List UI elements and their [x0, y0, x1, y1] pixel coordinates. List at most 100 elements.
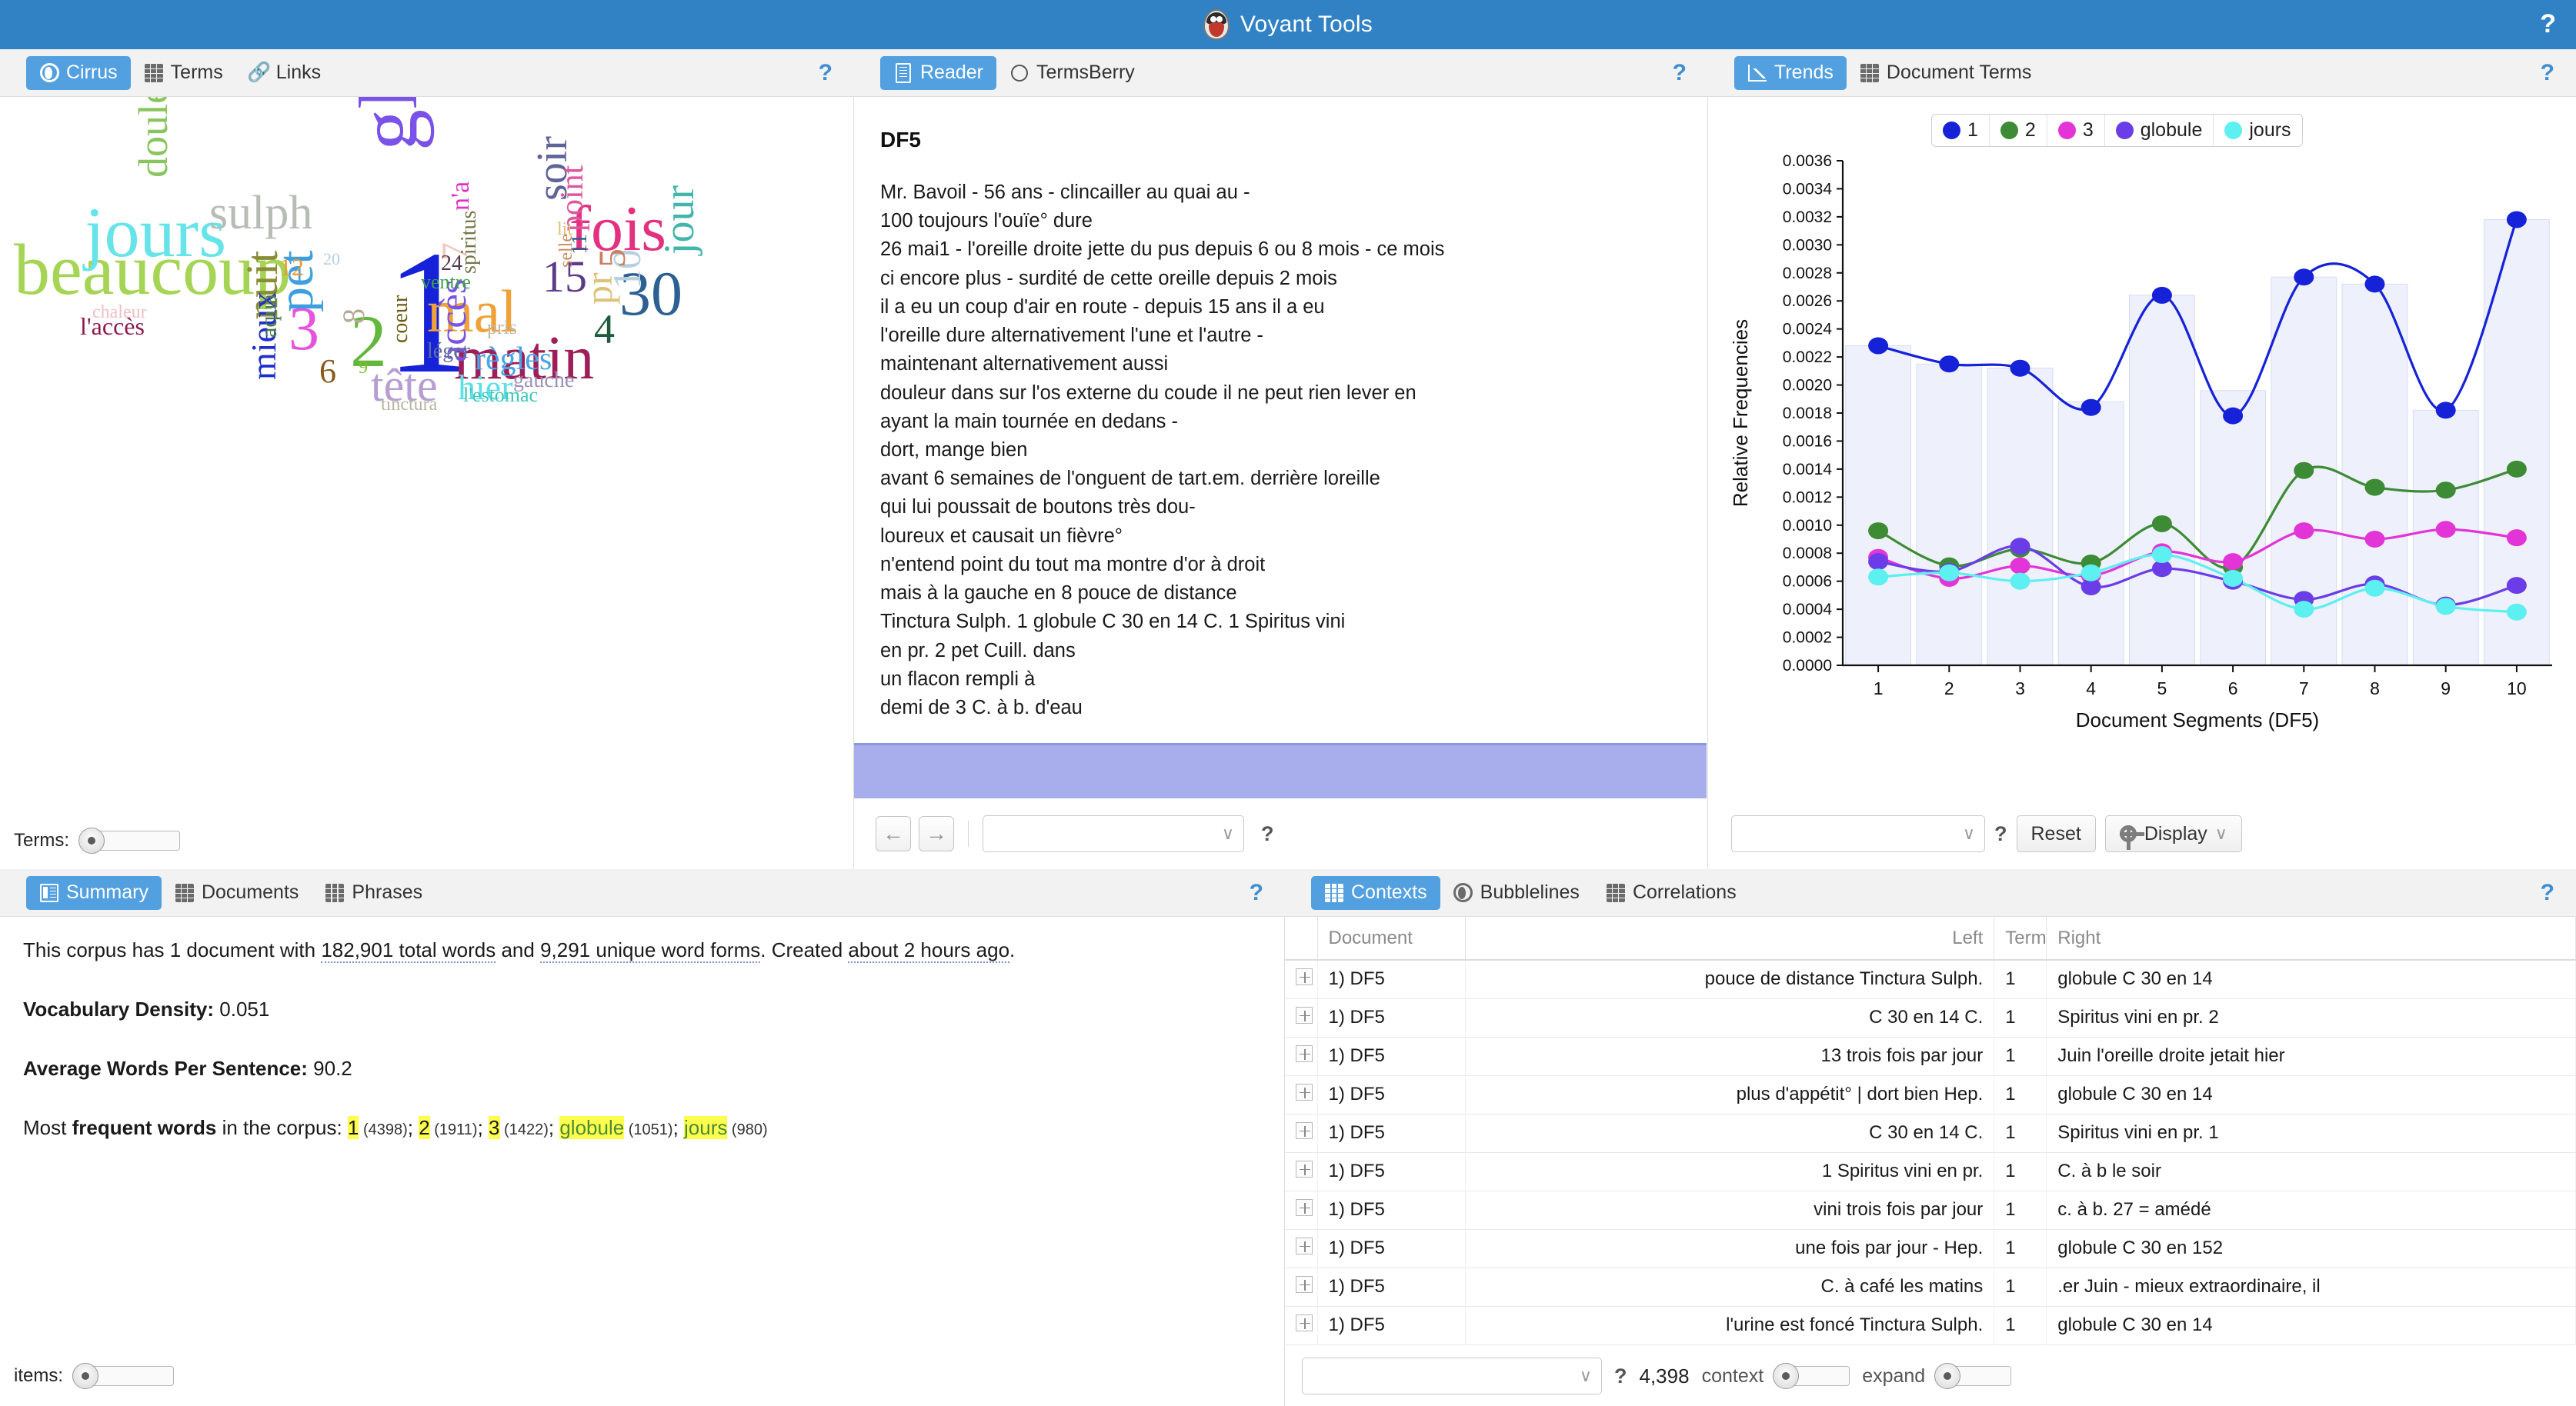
- legend-item[interactable]: jours: [2214, 115, 2301, 146]
- tab-phrases[interactable]: Phrases: [312, 876, 435, 910]
- chart-bar[interactable]: [2128, 295, 2195, 666]
- expand-row-button[interactable]: [1285, 1268, 1318, 1307]
- trends-help-icon[interactable]: ?: [2541, 60, 2554, 86]
- reader-footer-help-icon[interactable]: ?: [1261, 822, 1274, 846]
- summary-help-icon[interactable]: ?: [1250, 880, 1263, 906]
- chart-point[interactable]: [2010, 572, 2030, 590]
- reader-next-button[interactable]: →: [919, 816, 954, 851]
- contexts-footer-help-icon[interactable]: ?: [1614, 1364, 1627, 1388]
- chart-point[interactable]: [2010, 359, 2030, 377]
- reader-scroll-indicator[interactable]: [854, 743, 1707, 798]
- col-left[interactable]: Left: [1465, 917, 1995, 961]
- context-slider[interactable]: [1773, 1363, 1850, 1389]
- chart-bar[interactable]: [1916, 363, 1983, 666]
- display-button[interactable]: Display ∨: [2104, 815, 2242, 852]
- chart-point[interactable]: [2010, 557, 2030, 575]
- tab-bubblelines[interactable]: Bubblelines: [1440, 876, 1593, 910]
- cloud-word[interactable]: 4: [594, 308, 615, 350]
- cloud-word[interactable]: spiritus: [457, 211, 481, 274]
- table-row[interactable]: 1) DF5 1 Spiritus vini en pr. 1 C. à b le s…: [1285, 1152, 2576, 1191]
- table-row[interactable]: 1) DF5 l'urine est foncé Tinctura Sulph. 1…: [1285, 1306, 2576, 1345]
- tab-trends[interactable]: Trends: [1734, 55, 1847, 90]
- contexts-search-input[interactable]: ∨: [1302, 1358, 1602, 1394]
- contexts-table-wrap[interactable]: Document Left Term Right 1) DF5 pouce de …: [1285, 917, 2576, 1345]
- table-row[interactable]: 1) DF5 13 trois fois par jour 1 Juin l'orei…: [1285, 1037, 2576, 1076]
- legend-item[interactable]: 3: [2047, 115, 2105, 146]
- chart-point[interactable]: [1939, 355, 1960, 373]
- chart-point[interactable]: [2435, 401, 2456, 419]
- cloud-word[interactable]: tinctura: [381, 395, 437, 414]
- terms-slider[interactable]: [78, 828, 180, 854]
- chart-point[interactable]: [2151, 515, 2172, 532]
- chart-point[interactable]: [2364, 531, 2385, 548]
- chart-point[interactable]: [2010, 538, 2030, 555]
- chart-point[interactable]: [2364, 579, 2385, 597]
- table-row[interactable]: 1) DF5 C. à café les matins 1 .er Juin - mi…: [1285, 1268, 2576, 1307]
- frequent-word[interactable]: 3: [489, 1116, 500, 1139]
- table-row[interactable]: 1) DF5 C 30 en 14 C. 1 Spiritus vini en pr.…: [1285, 1114, 2576, 1153]
- cloud-word[interactable]: 12: [279, 255, 304, 279]
- chart-point[interactable]: [2080, 564, 2101, 581]
- chart-point[interactable]: [2294, 461, 2314, 479]
- chart-point[interactable]: [1868, 522, 1889, 540]
- table-row[interactable]: 1) DF5 vini trois fois par jour 1 c. à b. 2…: [1285, 1191, 2576, 1230]
- frequent-word[interactable]: 1: [347, 1116, 359, 1139]
- tab-termsberry[interactable]: TermsBerry: [996, 56, 1148, 90]
- trends-search-input[interactable]: ∨: [1731, 815, 1985, 852]
- chart-bar[interactable]: [1845, 345, 1912, 666]
- tab-terms[interactable]: Terms: [131, 56, 236, 90]
- chart-point[interactable]: [2294, 268, 2314, 286]
- chart-point[interactable]: [2435, 481, 2456, 499]
- chart-point[interactable]: [2506, 529, 2527, 547]
- cloud-word[interactable]: léger: [427, 341, 470, 362]
- frequent-word[interactable]: globule: [559, 1116, 625, 1139]
- corpus-total-words[interactable]: 182,901 total words: [321, 938, 496, 963]
- cloud-word[interactable]: selle: [556, 234, 576, 268]
- legend-item[interactable]: globule: [2105, 115, 2214, 146]
- table-row[interactable]: 1) DF5 plus d'appétit° | dort bien Hep. 1 g…: [1285, 1075, 2576, 1114]
- chart-point[interactable]: [2435, 598, 2456, 615]
- chart-bar[interactable]: [2057, 401, 2124, 666]
- tab-correlations[interactable]: Correlations: [1593, 876, 1750, 910]
- reader-prev-button[interactable]: ←: [876, 816, 911, 851]
- legend-item[interactable]: 2: [1990, 115, 2047, 146]
- chart-point[interactable]: [2223, 570, 2244, 588]
- chart-point[interactable]: [1868, 553, 1889, 571]
- cloud-word[interactable]: pris: [487, 318, 517, 338]
- expand-row-button[interactable]: [1285, 998, 1318, 1038]
- help-icon[interactable]: ?: [2540, 9, 2556, 39]
- cloud-word[interactable]: 5: [590, 248, 633, 268]
- expand-row-button[interactable]: [1285, 1075, 1318, 1114]
- chart-point[interactable]: [2080, 398, 2101, 416]
- expand-row-button[interactable]: [1285, 960, 1318, 999]
- chart-point[interactable]: [2151, 546, 2172, 564]
- expand-row-button[interactable]: [1285, 1229, 1318, 1268]
- cloud-word[interactable]: sulph: [209, 189, 312, 237]
- chart-point[interactable]: [2364, 478, 2385, 496]
- expand-row-button[interactable]: [1285, 1037, 1318, 1076]
- expand-slider[interactable]: [1934, 1363, 2012, 1389]
- reset-button[interactable]: Reset: [2016, 815, 2096, 852]
- tab-documents[interactable]: Documents: [162, 876, 312, 910]
- table-row[interactable]: 1) DF5 pouce de distance Tinctura Sulph. 1…: [1285, 960, 2576, 999]
- cloud-word[interactable]: chaleur: [92, 303, 147, 322]
- chart-point[interactable]: [1939, 564, 1960, 581]
- chart-point[interactable]: [2294, 601, 2314, 618]
- chart-point[interactable]: [2223, 553, 2244, 571]
- chart-point[interactable]: [2294, 522, 2314, 540]
- tab-reader[interactable]: Reader: [880, 55, 996, 90]
- tab-document-terms[interactable]: Document Terms: [1847, 56, 2045, 90]
- expand-row-button[interactable]: [1285, 1114, 1318, 1153]
- reader-search-input[interactable]: ∨: [983, 815, 1244, 852]
- expand-row-button[interactable]: [1285, 1306, 1318, 1345]
- chart-point[interactable]: [2506, 603, 2527, 621]
- cloud-word[interactable]: n'a: [446, 182, 475, 211]
- chart-bar[interactable]: [2483, 219, 2550, 666]
- cloud-word[interactable]: douleur: [130, 97, 176, 178]
- chart-point[interactable]: [2506, 211, 2527, 228]
- tab-cirrus[interactable]: Cirrus: [26, 55, 131, 90]
- frequent-word[interactable]: jours: [684, 1116, 728, 1139]
- chart-point[interactable]: [2223, 407, 2244, 425]
- col-document[interactable]: Document: [1317, 917, 1466, 961]
- frequent-word[interactable]: 2: [419, 1116, 430, 1139]
